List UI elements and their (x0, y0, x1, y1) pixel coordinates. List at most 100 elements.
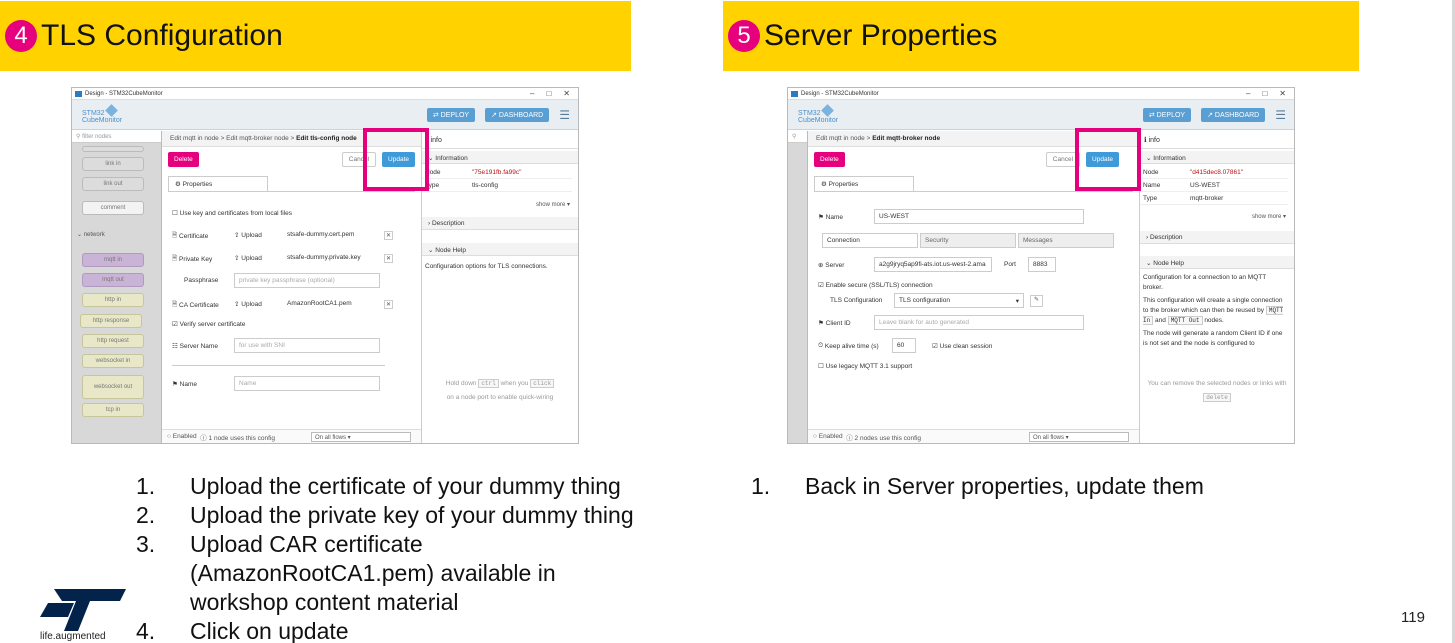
palette-node-comment[interactable]: comment (82, 201, 144, 215)
editor-footer: ○ Enabled ⓘ 2 nodes use this config On a… (808, 429, 1139, 443)
section-title: Server Properties (764, 19, 998, 52)
update-highlight-box (1075, 128, 1141, 191)
tab-security[interactable]: Security (920, 233, 1016, 248)
port-input[interactable]: 8883 (1028, 257, 1056, 272)
palette-node-tcp-in[interactable]: tcp in (82, 403, 144, 417)
deploy-button[interactable]: ⇄ DEPLOY (426, 107, 476, 122)
list-item: 2. Upload the private key of your dummy t… (136, 502, 634, 528)
flows-select[interactable]: On all flows ▾ (1029, 431, 1129, 442)
list-item: 1. Upload the certificate of your dummy t… (136, 473, 621, 499)
tls-config-window: Design - STM32CubeMonitor – □ ✕ STM32 Cu… (71, 87, 579, 444)
minimize-icon[interactable]: – (1246, 89, 1250, 98)
list-item: 3. Upload CAR certificate (AmazonRootCA1.… (136, 531, 556, 615)
info-tab[interactable]: ℹ info (1144, 136, 1160, 144)
tab-messages[interactable]: Messages (1018, 233, 1114, 248)
palette-node-http-in[interactable]: http in (82, 293, 144, 307)
cube-icon (820, 103, 834, 117)
certificate-label: 🗎 Certificate (172, 232, 209, 240)
name-input[interactable]: Name (234, 376, 380, 391)
palette-node[interactable] (82, 146, 144, 152)
window-title: Design - STM32CubeMonitor (801, 90, 879, 97)
client-id-input[interactable]: Leave blank for auto generated (874, 315, 1084, 330)
ca-certificate-file: AmazonRootCA1.pem (287, 300, 352, 307)
show-more-link[interactable]: show more ▾ (536, 201, 570, 208)
flows-select[interactable]: On all flows ▾ (311, 431, 411, 442)
slide: 4 TLS Configuration 5 Server Properties … (0, 0, 1455, 643)
app-icon (791, 90, 798, 97)
enable-tls-checkbox[interactable]: ☑ Enable secure (SSL/TLS) connection (818, 281, 933, 290)
name-input[interactable]: US-WEST (874, 209, 1084, 224)
cube-icon (104, 103, 118, 117)
enabled-toggle[interactable]: ○ Enabled (167, 433, 197, 440)
dashboard-button[interactable]: ↗ DASHBOARD (1201, 107, 1266, 122)
ca-upload-button[interactable]: ⇪ Upload (234, 300, 262, 309)
private-key-label: 🗎 Private Key (172, 255, 213, 263)
menu-icon[interactable]: ☰ (1275, 108, 1286, 122)
private-key-upload-button[interactable]: ⇪ Upload (234, 254, 262, 263)
description-section[interactable]: › Description (422, 217, 578, 230)
delete-button[interactable]: Delete (168, 151, 199, 167)
stm32-logo: STM32 CubeMonitor (82, 103, 122, 124)
server-steps-list: 1. Back in Server properties, update them (751, 472, 1311, 501)
palette-node-websocket-out[interactable]: websocket out (82, 375, 144, 399)
description-section[interactable]: › Description (1140, 231, 1294, 244)
palette-node-mqtt-out[interactable]: mqtt out (82, 273, 144, 287)
palette-node-link-in[interactable]: link in (82, 157, 144, 171)
window-titlebar: Design - STM32CubeMonitor – □ ✕ (72, 88, 578, 100)
passphrase-input[interactable]: private key passphrase (optional) (234, 273, 380, 288)
information-section[interactable]: ⌄ Information (422, 151, 578, 164)
config-usage: ⓘ 2 nodes use this config (846, 434, 922, 442)
menu-icon[interactable]: ☰ (559, 108, 570, 122)
palette-node-http-response[interactable]: http response (80, 314, 142, 328)
page-number: 119 (1401, 609, 1425, 626)
tab-properties[interactable]: ⚙ Properties (814, 176, 914, 191)
remove-ca-icon[interactable]: ✕ (384, 300, 393, 309)
deploy-button[interactable]: ⇄ DEPLOY (1142, 107, 1192, 122)
passphrase-label: Passphrase (184, 277, 219, 284)
palette-node-http-request[interactable]: http request (82, 334, 144, 348)
filter-nodes-input[interactable]: ⚲ filter nodes (72, 131, 161, 143)
keepalive-label: ⏲ Keep alive time (s) (818, 342, 879, 350)
certificate-upload-button[interactable]: ⇪ Upload (234, 231, 262, 240)
step-badge: 4 (5, 20, 37, 52)
close-icon[interactable]: ✕ (1279, 89, 1286, 98)
use-local-files-checkbox[interactable]: ☐ Use key and certificates from local fi… (172, 209, 292, 218)
node-palette: ⚲ (788, 131, 808, 443)
remove-certificate-icon[interactable]: ✕ (384, 231, 393, 240)
step-badge: 5 (728, 20, 760, 52)
verify-server-checkbox[interactable]: ☑ Verify server certificate (172, 320, 245, 329)
server-input[interactable]: a2g9jryq5ap9fi-ats.iot.us-west-2.ama (874, 257, 992, 272)
minimize-icon[interactable]: – (530, 89, 534, 98)
dashboard-button[interactable]: ↗ DASHBOARD (485, 107, 550, 122)
private-key-file: stsafe-dummy.private.key (287, 254, 361, 261)
node-help-section[interactable]: ⌄ Node Help (422, 243, 578, 256)
keepalive-input[interactable]: 60 (892, 338, 916, 353)
info-table: Node "d415dec8.07861" Name US-WEST Type mqt… (1140, 166, 1288, 205)
server-name-input[interactable]: for use with SNI (234, 338, 380, 353)
tab-properties[interactable]: ⚙ Properties (168, 176, 268, 191)
enabled-toggle[interactable]: ○ Enabled (813, 433, 843, 440)
tls-config-select[interactable]: TLS configuration ▾ (894, 293, 1024, 308)
maximize-icon[interactable]: □ (1262, 89, 1267, 98)
palette-node-link-out[interactable]: link out (82, 177, 144, 191)
filter-nodes-input[interactable]: ⚲ (788, 131, 807, 143)
node-help-section[interactable]: ⌄ Node Help (1140, 256, 1294, 269)
tab-connection[interactable]: Connection (822, 233, 918, 248)
close-icon[interactable]: ✕ (563, 89, 570, 98)
legacy-mqtt-checkbox[interactable]: ☐ Use legacy MQTT 3.1 support (818, 362, 912, 371)
st-logo (40, 589, 126, 631)
maximize-icon[interactable]: □ (546, 89, 551, 98)
palette-category-network[interactable]: ⌄ network (77, 231, 105, 238)
palette-node-websocket-in[interactable]: websocket in (82, 354, 144, 368)
delete-button[interactable]: Delete (814, 151, 845, 167)
edit-tls-config-icon[interactable]: ✎ (1030, 295, 1043, 307)
palette-node-mqtt-in[interactable]: mqtt in (82, 253, 144, 267)
information-section[interactable]: ⌄ Information (1140, 151, 1294, 164)
clean-session-checkbox[interactable]: ☑ Use clean session (932, 342, 992, 351)
show-more-link[interactable]: show more ▾ (1252, 213, 1286, 220)
client-id-label: ⚑ Client ID (818, 319, 851, 328)
remove-private-key-icon[interactable]: ✕ (384, 254, 393, 263)
certificate-file: stsafe-dummy.cert.pem (287, 231, 355, 238)
list-item: 1. Back in Server properties, update them (751, 473, 1204, 499)
tagline: life.augmented (40, 631, 106, 642)
